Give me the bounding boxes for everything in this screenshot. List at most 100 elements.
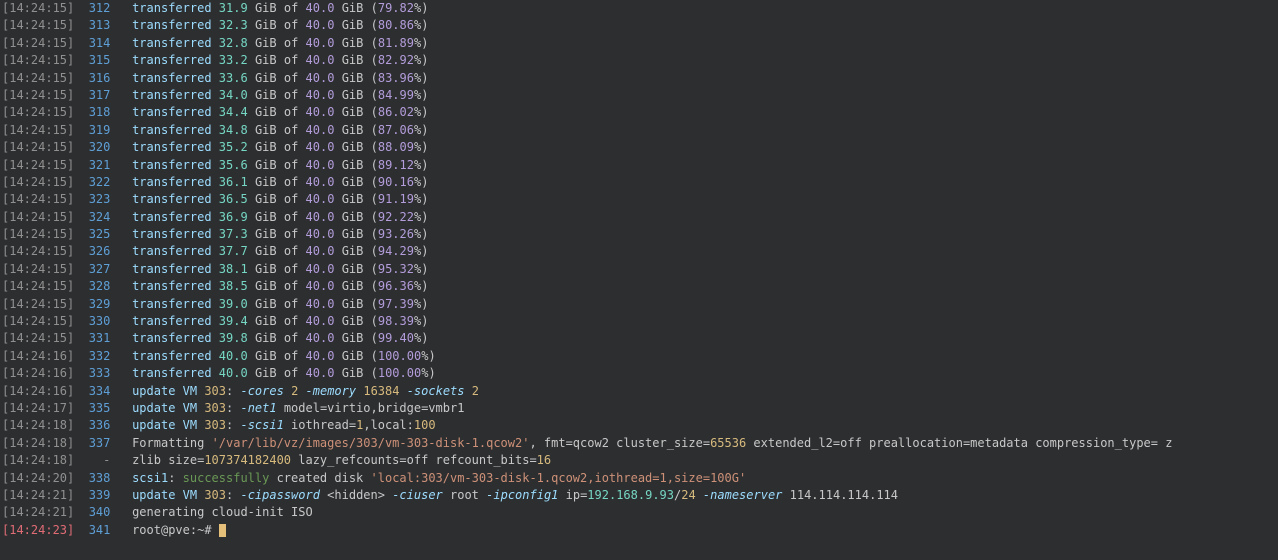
percent: 100.00 bbox=[378, 349, 421, 363]
timestamp: [14:24:15] bbox=[2, 105, 74, 119]
update-vm-label: update VM bbox=[132, 384, 204, 398]
bytes-done: 39.4 bbox=[219, 314, 248, 328]
log-line: [14:24:15] 327 transferred 38.1 GiB of 4… bbox=[2, 261, 1276, 278]
timestamp: [14:24:16] bbox=[2, 349, 74, 363]
bytes-total: 40.0 bbox=[306, 210, 335, 224]
log-line: [14:24:15] 326 transferred 37.7 GiB of 4… bbox=[2, 243, 1276, 260]
line-number: 329 bbox=[89, 297, 111, 311]
bytes-total: 40.0 bbox=[306, 192, 335, 206]
timestamp: [14:24:17] bbox=[2, 401, 74, 415]
bytes-done: 34.0 bbox=[219, 88, 248, 102]
opt-cores: -cores bbox=[240, 384, 283, 398]
percent: 83.96 bbox=[378, 71, 414, 85]
percent: 91.19 bbox=[378, 192, 414, 206]
percent: 82.92 bbox=[378, 53, 414, 67]
line-number: 337 bbox=[89, 436, 111, 450]
vm-id: 303 bbox=[204, 401, 226, 415]
timestamp: [14:24:15] bbox=[2, 331, 74, 345]
scsi-label: scsi1 bbox=[132, 471, 168, 485]
percent: 96.36 bbox=[378, 279, 414, 293]
log-line: [14:24:15] 313 transferred 32.3 GiB of 4… bbox=[2, 17, 1276, 34]
bytes-done: 34.8 bbox=[219, 123, 248, 137]
log-line: [14:24:15] 317 transferred 34.0 GiB of 4… bbox=[2, 87, 1276, 104]
percent: 86.02 bbox=[378, 105, 414, 119]
bytes-total: 40.0 bbox=[306, 262, 335, 276]
line-number: 338 bbox=[89, 471, 111, 485]
timestamp: [14:24:15] bbox=[2, 297, 74, 311]
vm-id: 303 bbox=[204, 418, 226, 432]
line-number: 315 bbox=[89, 53, 111, 67]
percent: 87.06 bbox=[378, 123, 414, 137]
bytes-done: 39.8 bbox=[219, 331, 248, 345]
shell-prompt: root@pve:~# bbox=[132, 523, 219, 537]
opt-cipassword: -cipassword bbox=[240, 488, 319, 502]
line-number: - bbox=[89, 453, 111, 467]
timestamp: [14:24:15] bbox=[2, 123, 74, 137]
bytes-done: 38.5 bbox=[219, 279, 248, 293]
log-line: [14:24:16] 334 update VM 303: -cores 2 -… bbox=[2, 383, 1276, 400]
vm-id: 303 bbox=[204, 384, 226, 398]
bytes-total: 40.0 bbox=[306, 140, 335, 154]
timestamp: [14:24:16] bbox=[2, 366, 74, 380]
log-line: [14:24:15] 318 transferred 34.4 GiB of 4… bbox=[2, 104, 1276, 121]
percent: 94.29 bbox=[378, 244, 414, 258]
line-number: 318 bbox=[89, 105, 111, 119]
line-number: 312 bbox=[89, 1, 111, 15]
opt-scsi1: -scsi1 bbox=[240, 418, 283, 432]
log-line: [14:24:21] 339 update VM 303: -cipasswor… bbox=[2, 487, 1276, 504]
bytes-total: 40.0 bbox=[306, 366, 335, 380]
bytes-done: 37.3 bbox=[219, 227, 248, 241]
transferred-label: transferred bbox=[132, 158, 211, 172]
percent: 84.99 bbox=[378, 88, 414, 102]
line-number: 319 bbox=[89, 123, 111, 137]
log-line: [14:24:15] 312 transferred 31.9 GiB of 4… bbox=[2, 0, 1276, 17]
percent: 95.32 bbox=[378, 262, 414, 276]
timestamp: [14:24:23] bbox=[2, 523, 74, 537]
bytes-done: 40.0 bbox=[219, 366, 248, 380]
log-line: [14:24:20] 338 scsi1: successfully creat… bbox=[2, 470, 1276, 487]
bytes-done: 35.2 bbox=[219, 140, 248, 154]
transferred-label: transferred bbox=[132, 279, 211, 293]
timestamp: [14:24:15] bbox=[2, 210, 74, 224]
bytes-done: 31.9 bbox=[219, 1, 248, 15]
bytes-done: 33.2 bbox=[219, 53, 248, 67]
timestamp: [14:24:15] bbox=[2, 36, 74, 50]
line-number: 331 bbox=[89, 331, 111, 345]
timestamp: [14:24:18] bbox=[2, 436, 74, 450]
transferred-label: transferred bbox=[132, 105, 211, 119]
transferred-label: transferred bbox=[132, 244, 211, 258]
line-number: 341 bbox=[89, 523, 111, 537]
transferred-label: transferred bbox=[132, 36, 211, 50]
memory-value: 16384 bbox=[363, 384, 399, 398]
percent: 100.00 bbox=[378, 366, 421, 380]
percent: 88.09 bbox=[378, 140, 414, 154]
terminal-output[interactable]: [14:24:15] 312 transferred 31.9 GiB of 4… bbox=[0, 0, 1278, 539]
bytes-total: 40.0 bbox=[306, 71, 335, 85]
bytes-total: 40.0 bbox=[306, 175, 335, 189]
bytes-done: 37.7 bbox=[219, 244, 248, 258]
bytes-done: 35.6 bbox=[219, 158, 248, 172]
cluster-size: 65536 bbox=[710, 436, 746, 450]
transferred-label: transferred bbox=[132, 123, 211, 137]
bytes-done: 38.1 bbox=[219, 262, 248, 276]
cursor-icon[interactable] bbox=[219, 524, 226, 537]
line-number: 313 bbox=[89, 18, 111, 32]
transferred-label: transferred bbox=[132, 1, 211, 15]
log-line: [14:24:15] 315 transferred 33.2 GiB of 4… bbox=[2, 52, 1276, 69]
bytes-done: 36.9 bbox=[219, 210, 248, 224]
line-number: 317 bbox=[89, 88, 111, 102]
line-number: 316 bbox=[89, 71, 111, 85]
line-number: 332 bbox=[89, 349, 111, 363]
bytes-total: 40.0 bbox=[306, 105, 335, 119]
line-number: 325 bbox=[89, 227, 111, 241]
line-number: 327 bbox=[89, 262, 111, 276]
vm-id: 303 bbox=[204, 488, 226, 502]
transferred-label: transferred bbox=[132, 331, 211, 345]
transferred-label: transferred bbox=[132, 71, 211, 85]
transferred-label: transferred bbox=[132, 53, 211, 67]
bytes-done: 36.5 bbox=[219, 192, 248, 206]
line-number: 336 bbox=[89, 418, 111, 432]
transferred-label: transferred bbox=[132, 366, 211, 380]
timestamp: [14:24:15] bbox=[2, 88, 74, 102]
percent: 99.40 bbox=[378, 331, 414, 345]
